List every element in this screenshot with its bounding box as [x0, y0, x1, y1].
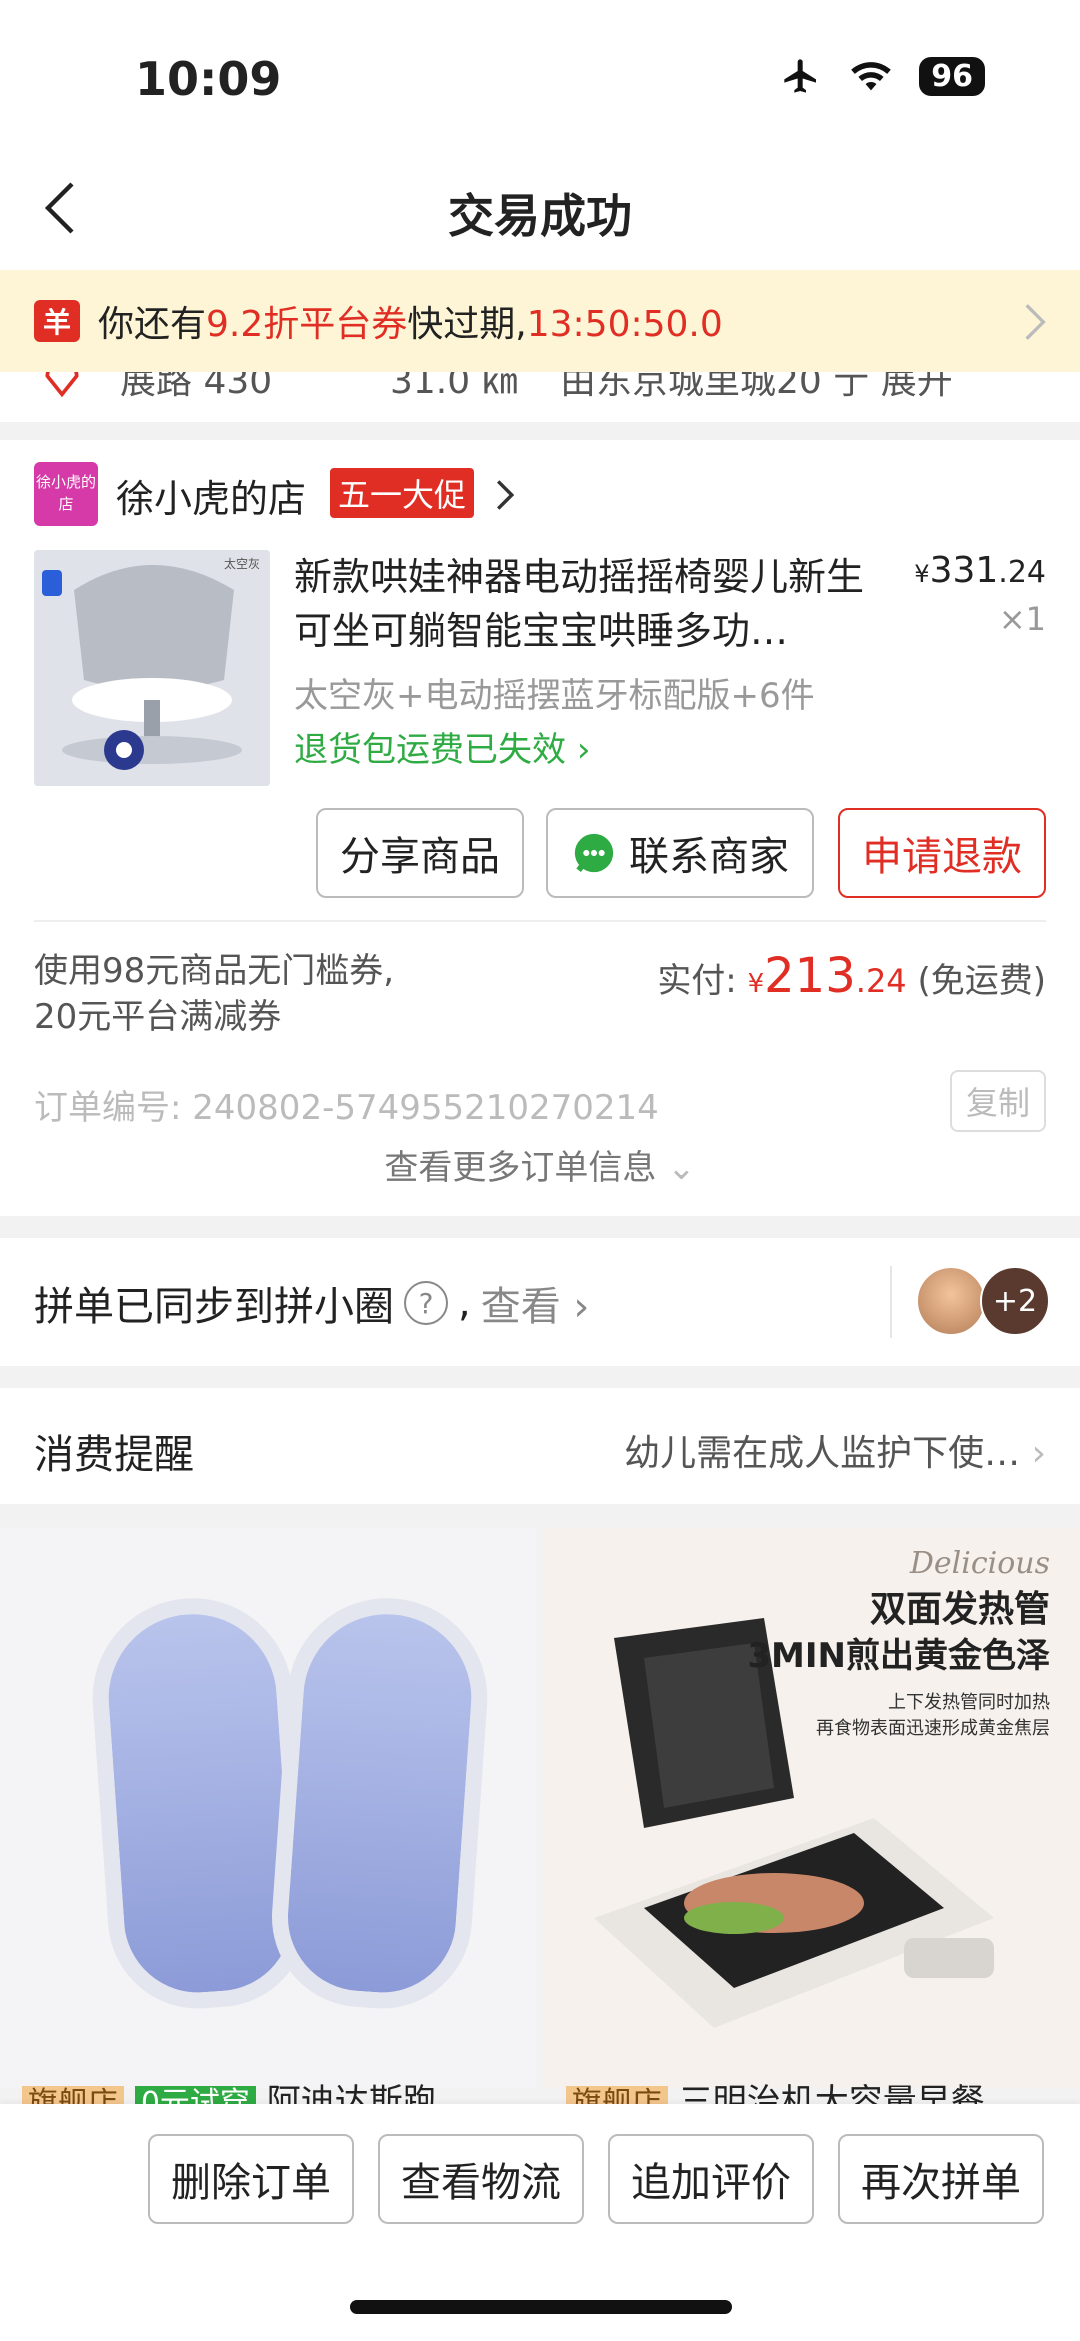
coupon-text: 你还有9.2折平台券快过期,13:50:50.0 — [98, 295, 723, 347]
page-title: 交易成功 — [448, 189, 632, 243]
refund-shipping-note[interactable]: 退货包运费已失效 › — [294, 722, 590, 771]
product-quantity: ×1 — [998, 600, 1046, 638]
product-photo: 太空灰 — [34, 550, 270, 786]
product-title[interactable]: 新款哄娃神器电动摇摇椅婴儿新生可坐可躺智能宝宝哄睡多功… — [294, 550, 884, 658]
shipping-strip: 展路 430 31.0 ㎞ 由东京城里城20 亍 展开 — [0, 372, 1080, 422]
chevron-down-icon: ⌄ — [667, 1148, 696, 1188]
chevron-right-icon: › — [1031, 1433, 1046, 1474]
strip-right: 由东京城里城20 亍 展开 — [560, 372, 953, 402]
price-int: 331 — [929, 550, 999, 591]
flagship-tag: 旗舰店 — [22, 2086, 124, 2104]
reminder-text: 幼儿需在成人监护下使… — [624, 1433, 1021, 1474]
delete-order-button[interactable]: 删除订单 — [148, 2134, 354, 2224]
refund-note-text: 退货包运费已失效 — [294, 730, 566, 770]
promo-badge: 五一大促 — [330, 468, 475, 518]
script-text: Delicious — [909, 1546, 1050, 1581]
paid-cents: .24 — [855, 962, 907, 1000]
coupon-expiry-banner[interactable]: 羊 你还有9.2折平台券快过期,13:50:50.0 — [0, 270, 1080, 372]
contact-label: 联系商家 — [629, 834, 789, 880]
coupon-used-text: 使用98元商品无门槛券, 20元平台满减券 — [34, 948, 394, 1040]
appliance-heading-2: 3MIN煎出黄金色泽 — [747, 1636, 1050, 1676]
coupon-icon: 羊 — [34, 300, 80, 342]
airplane-icon — [784, 59, 817, 93]
coupon-prefix: 你还有 — [98, 304, 207, 345]
product-spec: 太空灰+电动摇摆蓝牙标配版+6件 — [294, 676, 815, 716]
status-icons: 96 — [779, 56, 985, 96]
sync-card[interactable]: 拼单已同步到拼小圈 ? , 查看 › +2 — [0, 1238, 1080, 1366]
strip-left: 展路 430 — [120, 372, 273, 402]
sandwich-maker-image — [594, 1618, 994, 2028]
help-icon[interactable]: ? — [404, 1281, 448, 1325]
view-logistics-button[interactable]: 查看物流 — [378, 2134, 584, 2224]
battery-icon: 96 — [919, 56, 985, 96]
chevron-right-icon: › — [576, 730, 591, 770]
paid-currency: ¥ — [747, 969, 765, 999]
avatar-more: +2 — [980, 1266, 1050, 1336]
image-label: 太空灰 — [224, 556, 260, 571]
view-link[interactable]: 查看 › — [481, 1274, 590, 1332]
status-bar: 10:09 96 — [0, 0, 1080, 150]
chevron-right-icon — [1025, 304, 1046, 340]
coupon-countdown: 13:50:50.0 — [526, 304, 723, 345]
consumption-reminder[interactable]: 消费提醒 幼儿需在成人监护下使… › — [0, 1388, 1080, 1504]
store-name[interactable]: 徐小虎的店 — [116, 468, 306, 523]
paid-label: 实付: — [657, 961, 737, 1001]
wifi-icon — [851, 62, 892, 91]
sync-label: 拼单已同步到拼小圈 — [34, 1284, 394, 1330]
contact-merchant-button[interactable]: 联系商家 — [546, 808, 814, 898]
request-refund-button[interactable]: 申请退款 — [838, 808, 1046, 898]
strip-mid: 31.0 ㎞ — [390, 372, 518, 402]
home-indicator[interactable] — [350, 2300, 732, 2314]
paid-int: 213 — [764, 948, 856, 1004]
coupon-highlight: 9.2折平台券 — [206, 304, 408, 345]
recommend-title: 三明治机大容量早餐 — [678, 2082, 985, 2104]
chat-icon — [574, 833, 614, 873]
price-currency: ¥ — [914, 560, 930, 588]
order-number: 订单编号: 240802-574955210270214 — [34, 1080, 659, 1129]
shipping-note: (免运费) — [917, 961, 1046, 1001]
copy-button[interactable]: 复制 — [949, 1070, 1046, 1132]
recommend-title: 阿迪达斯跑 — [266, 2082, 437, 2104]
nav-bar: 交易成功 — [0, 150, 1080, 270]
appliance-line-1: 上下发热管同时加热 — [888, 1692, 1050, 1713]
coupon-middle: 快过期, — [407, 304, 527, 345]
reminder-label: 消费提醒 — [34, 1432, 194, 1478]
divider — [34, 920, 1046, 922]
appliance-heading-1: 双面发热管 — [869, 1589, 1050, 1630]
reorder-button[interactable]: 再次拼单 — [838, 2134, 1044, 2224]
appliance-line-2: 再食物表面迅速形成黄金焦层 — [816, 1718, 1050, 1739]
coupon-line-2: 20元平台满减券 — [34, 997, 282, 1037]
sync-text: 拼单已同步到拼小圈 ? , 查看 › — [34, 1274, 589, 1332]
paid-amount: 实付: ¥213.24 (免运费) — [657, 948, 1046, 1004]
more-info-label: 查看更多订单信息 — [384, 1148, 657, 1188]
shoe-image-right — [265, 1591, 495, 2015]
recommend-item-shoes[interactable] — [0, 1528, 536, 2088]
status-time: 10:09 — [135, 52, 282, 106]
order-number-value: 240802-574955210270214 — [192, 1088, 659, 1128]
recommend-caption-left[interactable]: 旗舰店 0元试穿 阿迪达斯跑 — [22, 2074, 542, 2104]
order-number-label: 订单编号: — [34, 1088, 182, 1128]
coupon-line-1: 使用98元商品无门槛券, — [34, 951, 395, 991]
add-review-button[interactable]: 追加评价 — [608, 2134, 814, 2224]
share-product-button[interactable]: 分享商品 — [316, 808, 524, 898]
location-icon — [45, 372, 79, 398]
store-logo[interactable]: 徐小虎的店 — [34, 462, 98, 526]
price-cents: .24 — [998, 555, 1046, 590]
avatar — [916, 1266, 986, 1336]
flagship-tag: 旗舰店 — [566, 2086, 668, 2104]
recommend-caption-right[interactable]: 旗舰店 三明治机大容量早餐 — [566, 2074, 1066, 2104]
product-price: ¥331.24 — [914, 550, 1046, 591]
more-order-info[interactable]: 查看更多订单信息 ⌄ — [0, 1140, 1080, 1189]
product-image[interactable]: 太空灰 — [34, 550, 270, 786]
reminder-value: 幼儿需在成人监护下使… › — [624, 1424, 1046, 1476]
recommend-item-sandwich-maker[interactable]: 双面发热管 3MIN煎出黄金色泽 上下发热管同时加热 再食物表面迅速形成黄金焦层… — [544, 1528, 1080, 2088]
sync-comma: , — [458, 1280, 471, 1326]
divider — [890, 1266, 892, 1338]
trial-tag: 0元试穿 — [134, 2086, 256, 2104]
order-card: 徐小虎的店 徐小虎的店 五一大促 太空灰 新款哄娃神器电动摇摇椅婴儿新生可坐可躺… — [0, 440, 1080, 1216]
chevron-right-icon[interactable] — [493, 478, 517, 512]
view-label: 查看 — [480, 1284, 561, 1330]
